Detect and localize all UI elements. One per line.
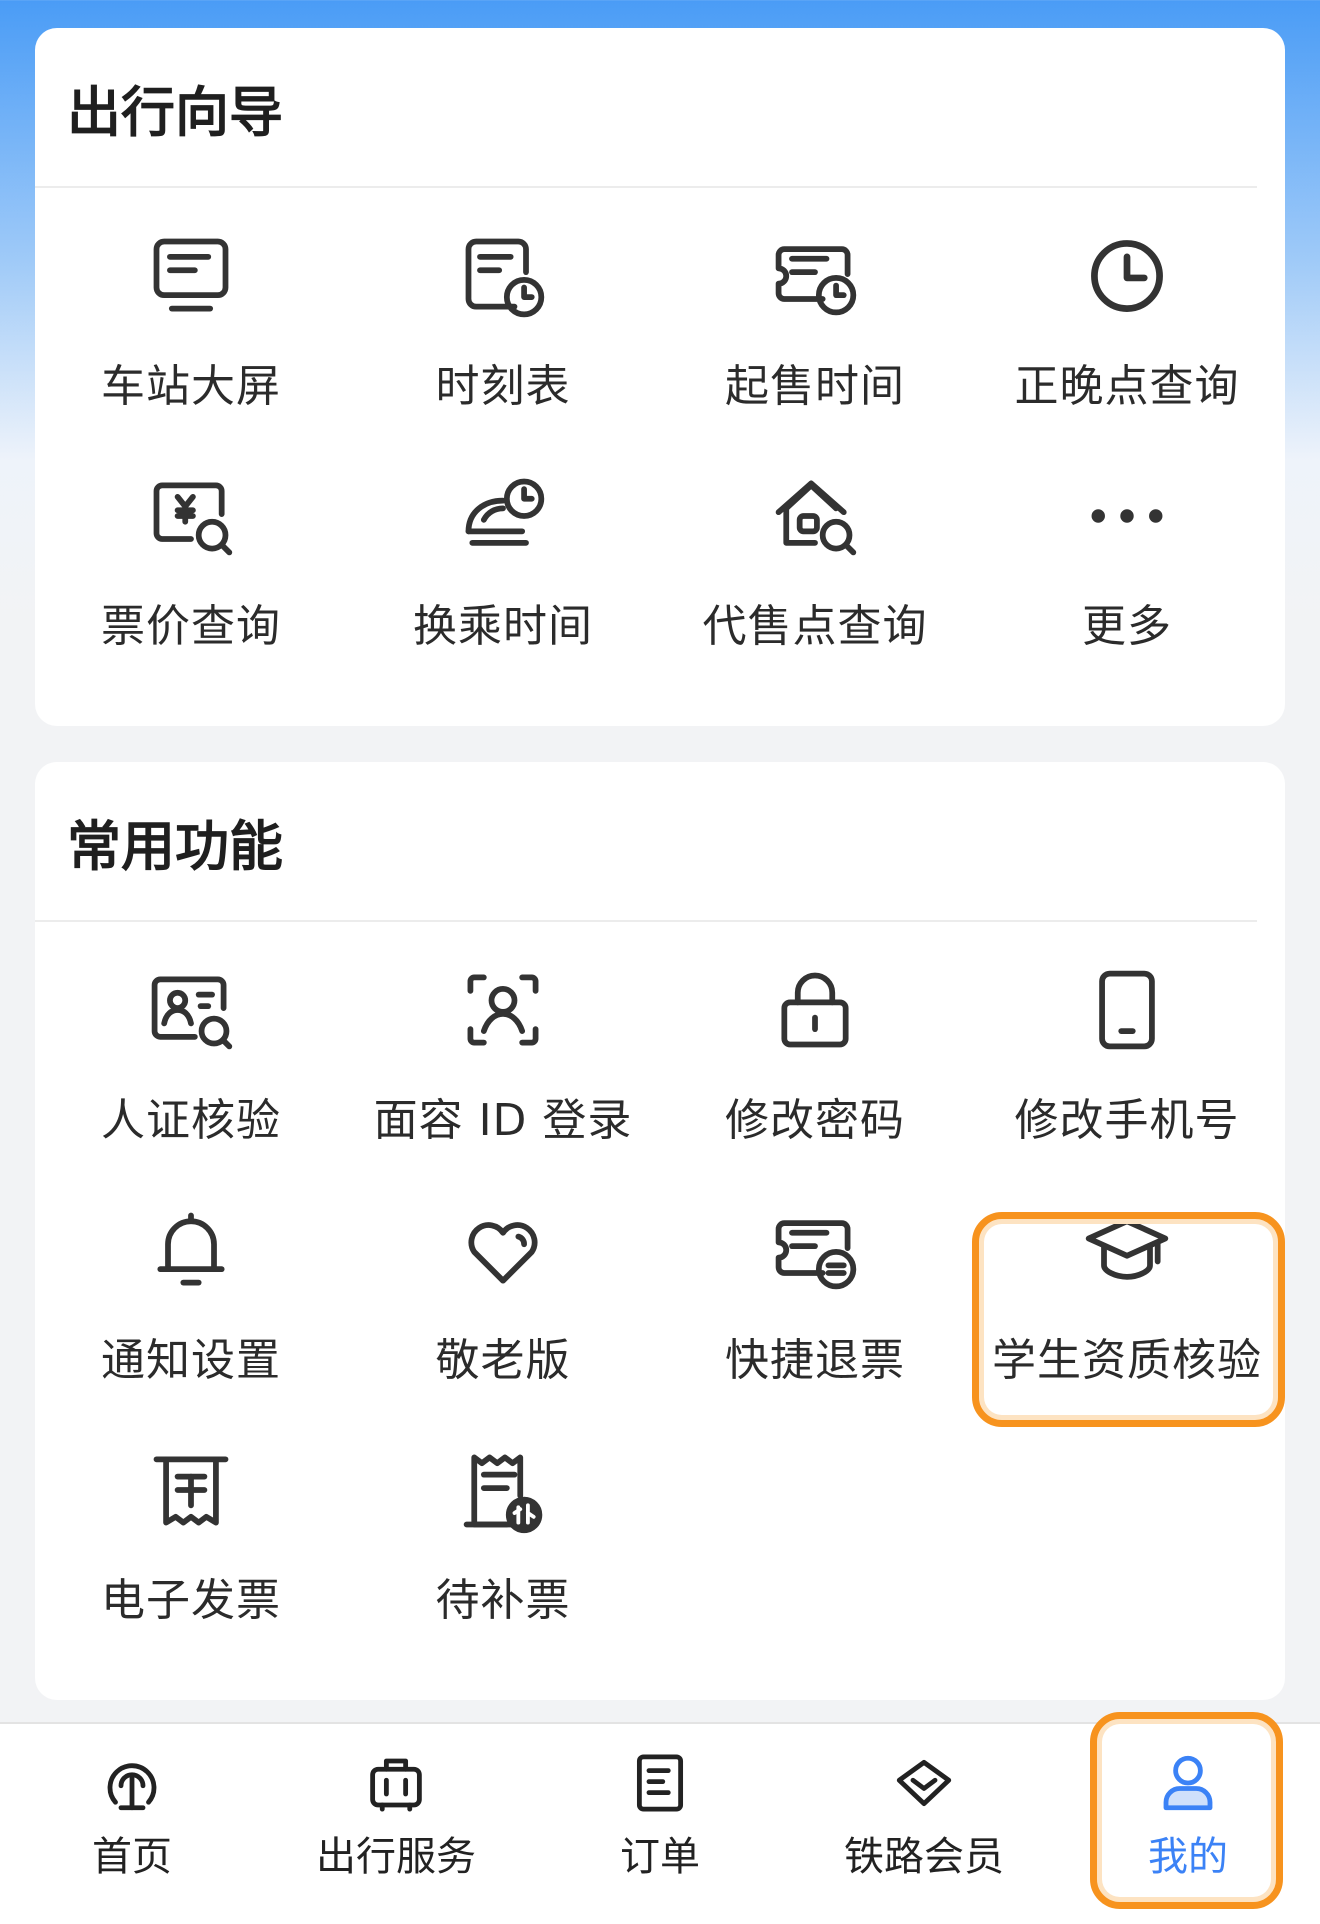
face-id-login-button[interactable]: 面容 ID 登录 [347, 922, 659, 1162]
lock-icon [767, 962, 863, 1058]
timetable-icon [455, 228, 551, 324]
id-verify-button[interactable]: 人证核验 [35, 922, 347, 1162]
station-screen-button[interactable]: 车站大屏 [35, 188, 347, 428]
id-verify-label: 人证核验 [101, 1095, 281, 1146]
heart-icon [455, 1202, 551, 1298]
tab-railway-member[interactable]: 铁路会员 [792, 1724, 1056, 1924]
tab-travel-service[interactable]: 出行服务 [264, 1724, 528, 1924]
invoice-icon [143, 1442, 239, 1538]
station-screen-icon [143, 228, 239, 324]
notification-settings-label: 通知设置 [101, 1335, 281, 1386]
student-verify-highlight [972, 1212, 1285, 1427]
face-id-login-label: 面容 ID 登录 [373, 1095, 633, 1146]
change-phone-label: 修改手机号 [1014, 1095, 1240, 1146]
sale-time-button[interactable]: 起售时间 [659, 188, 971, 428]
notification-settings-button[interactable]: 通知设置 [35, 1162, 347, 1402]
tab-home-label: 首页 [92, 1834, 172, 1880]
more-icon [1079, 468, 1175, 564]
fare-search-label: 票价查询 [101, 601, 281, 652]
tab-orders-label: 订单 [620, 1834, 700, 1880]
train-logo-icon [97, 1748, 167, 1818]
elderly-mode-label: 敬老版 [435, 1335, 571, 1386]
luggage-icon [361, 1748, 431, 1818]
pending-supplement-button[interactable]: 待补票 [347, 1402, 659, 1642]
quick-refund-icon [767, 1202, 863, 1298]
e-invoice-button[interactable]: 电子发票 [35, 1402, 347, 1642]
station-screen-label: 车站大屏 [101, 361, 281, 412]
delay-query-label: 正晚点查询 [1014, 361, 1240, 412]
bell-icon [143, 1202, 239, 1298]
order-icon [625, 1748, 695, 1818]
travel-guide-title: 出行向导 [35, 28, 1257, 188]
travel-guide-card: 出行向导 车站大屏 时刻表 起售时间 正晚点查询 票价查询 换乘时间 代售点查询… [35, 28, 1285, 726]
pending-supplement-label: 待补票 [435, 1575, 571, 1626]
tab-travel-service-label: 出行服务 [316, 1834, 476, 1880]
change-phone-button[interactable]: 修改手机号 [971, 922, 1283, 1162]
face-id-icon [455, 962, 551, 1058]
more-label: 更多 [1082, 601, 1172, 652]
timetable-button[interactable]: 时刻表 [347, 188, 659, 428]
common-functions-title: 常用功能 [35, 762, 1257, 922]
quick-refund-button[interactable]: 快捷退票 [659, 1162, 971, 1402]
transfer-time-button[interactable]: 换乘时间 [347, 428, 659, 668]
sale-time-icon [767, 228, 863, 324]
tab-home[interactable]: 首页 [0, 1724, 264, 1924]
supplement-ticket-icon [455, 1442, 551, 1538]
diamond-icon [889, 1748, 959, 1818]
more-button[interactable]: 更多 [971, 428, 1283, 668]
quick-refund-label: 快捷退票 [725, 1335, 905, 1386]
id-verify-icon [143, 962, 239, 1058]
agency-search-button[interactable]: 代售点查询 [659, 428, 971, 668]
agency-search-icon [767, 468, 863, 564]
delay-query-button[interactable]: 正晚点查询 [971, 188, 1283, 428]
tab-mine-highlight [1090, 1712, 1283, 1909]
transfer-time-label: 换乘时间 [413, 601, 593, 652]
change-password-button[interactable]: 修改密码 [659, 922, 971, 1162]
sale-time-label: 起售时间 [725, 361, 905, 412]
fare-search-icon [143, 468, 239, 564]
elderly-mode-button[interactable]: 敬老版 [347, 1162, 659, 1402]
tab-orders[interactable]: 订单 [528, 1724, 792, 1924]
change-password-label: 修改密码 [725, 1095, 905, 1146]
timetable-label: 时刻表 [435, 361, 571, 412]
e-invoice-label: 电子发票 [101, 1575, 281, 1626]
agency-search-label: 代售点查询 [702, 601, 928, 652]
transfer-time-icon [455, 468, 551, 564]
tab-railway-member-label: 铁路会员 [844, 1834, 1004, 1880]
fare-search-button[interactable]: 票价查询 [35, 428, 347, 668]
clock-icon [1079, 228, 1175, 324]
phone-icon [1079, 962, 1175, 1058]
